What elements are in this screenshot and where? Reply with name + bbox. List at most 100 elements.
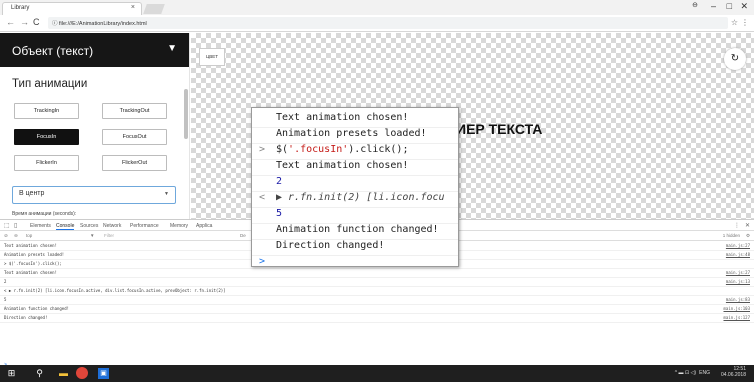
levels-select[interactable]: De: [240, 233, 246, 238]
console-line: 2 main.js:13: [0, 279, 754, 287]
console-source-link[interactable]: main.js:127: [724, 315, 751, 320]
chevron-down-icon[interactable]: ▼: [167, 43, 177, 54]
clock[interactable]: 12:51 04.06.2018: [721, 366, 746, 378]
devtools-menu-icon[interactable]: ⋮: [734, 222, 740, 229]
tab-sources[interactable]: Sources: [80, 223, 98, 229]
console-line-text: Text animation chosen!: [4, 243, 57, 248]
duration-label: Время анимации (seconds):: [12, 211, 77, 217]
tab-performance[interactable]: Performance: [130, 223, 159, 229]
filter-input[interactable]: Filter: [104, 233, 114, 238]
tab-memory[interactable]: Memory: [170, 223, 188, 229]
console-source-link[interactable]: main.js:103: [724, 306, 751, 311]
chrome-icon[interactable]: [76, 367, 88, 379]
tab-network[interactable]: Network: [103, 223, 121, 229]
direction-value: В центр: [19, 190, 45, 197]
trackingout-button[interactable]: TrackingOut: [102, 103, 167, 119]
reload-icon[interactable]: C: [33, 17, 40, 27]
url-field[interactable]: ⓘ file:///E:/AnimationLibrary/index.html: [48, 17, 728, 29]
tab-console[interactable]: Console: [56, 223, 75, 230]
console-line-text: 2: [4, 279, 7, 284]
console-line: Animation function changed! main.js:103: [0, 306, 754, 314]
focusin-button[interactable]: FocusIn: [14, 129, 79, 145]
tab-elements[interactable]: Elements: [30, 223, 51, 229]
zoom-line-part: 2: [276, 176, 283, 187]
sample-text: ИЕР ТЕКСТА: [456, 121, 543, 137]
zoom-line-part: '.focusIn': [288, 144, 349, 155]
zoom-line-part: Animation function changed!: [276, 224, 439, 235]
color-button[interactable]: ЦВЕТ: [199, 48, 225, 66]
panel-title: Объект (текст): [12, 44, 94, 58]
info-icon: ⓘ: [52, 21, 60, 27]
zoom-line-part: 5: [276, 208, 283, 219]
zoom-console-line: >: [252, 252, 458, 267]
maximize-button[interactable]: □: [727, 1, 732, 11]
inspect-icon[interactable]: ⬚: [4, 222, 10, 229]
panel-header[interactable]: Объект (текст) ▼: [0, 33, 189, 67]
bookmark-star-icon[interactable]: ☆: [731, 18, 738, 27]
clear-console-icon[interactable]: ⊘: [4, 233, 8, 239]
replay-icon[interactable]: ↻: [724, 48, 746, 70]
animation-panel: Объект (текст) ▼ Тип анимации TrackingIn…: [0, 33, 190, 219]
zoom-line-part: ▶ r.fn.init(2) [li.icon.focu: [276, 192, 445, 203]
minimize-button[interactable]: –: [711, 1, 716, 11]
console-source-link[interactable]: main.js:83: [726, 297, 750, 302]
console-source-link[interactable]: main.js:13: [726, 279, 750, 284]
browser-tab[interactable]: Library ×: [2, 2, 142, 15]
address-bar: ← → C ⓘ file:///E:/AnimationLibrary/inde…: [0, 15, 754, 32]
devtools-close-icon[interactable]: ✕: [745, 222, 750, 229]
console-line: Text animation chosen! main.js:27: [0, 270, 754, 278]
tab-application[interactable]: Applica: [196, 223, 212, 229]
clock-date: 04.06.2018: [720, 372, 746, 378]
zoom-line-part: Text animation chosen!: [276, 112, 409, 123]
zoom-line-part: $(: [276, 144, 289, 155]
zoom-line-part: Text animation chosen!: [276, 160, 409, 171]
console-line-text: Text animation chosen!: [4, 270, 57, 275]
taskbar: ⊞ ⚲ ▬ ▣ ^ ▬ ⊡ ◁) ENG 12:51 04.06.2018: [0, 365, 754, 382]
console-line-text: > $('.focusIn').click();: [4, 261, 62, 266]
console-line: < ▶ r.fn.init(2) [li.icon.focusIn.active…: [0, 288, 754, 296]
console-line-text: Direction changed!: [4, 315, 48, 320]
back-icon[interactable]: ←: [6, 17, 15, 27]
file-explorer-icon[interactable]: ▬: [58, 368, 69, 379]
preserve-log-icon[interactable]: ⊖: [14, 233, 18, 239]
forward-icon[interactable]: →: [20, 17, 29, 27]
console-line-text: < ▶ r.fn.init(2) [li.icon.focusIn.active…: [4, 288, 226, 293]
browser-tab-bar: Library × ⊖ – □ ✕: [0, 0, 754, 15]
console-source-link[interactable]: main.js:48: [726, 252, 750, 257]
tab-title: Library: [11, 5, 30, 11]
search-icon[interactable]: ⚲: [34, 368, 45, 379]
direction-select[interactable]: В центр ▼: [12, 186, 176, 204]
hidden-count: 1 hidden: [722, 233, 740, 238]
console-source-link[interactable]: main.js:27: [726, 243, 750, 248]
zoom-line-part: Animation presets loaded!: [276, 128, 427, 139]
console-line-text: Animation presets loaded!: [4, 252, 65, 257]
panel-scrollbar[interactable]: [184, 89, 188, 139]
console-line-text: Animation function changed!: [4, 306, 70, 311]
account-icon[interactable]: ⊖: [692, 1, 698, 9]
tab-close-icon[interactable]: ×: [131, 4, 135, 11]
zoom-line-part: ).click();: [348, 144, 409, 155]
console-line: 5 main.js:83: [0, 297, 754, 305]
device-toggle-icon[interactable]: ▯: [14, 222, 17, 229]
language-indicator[interactable]: ENG: [699, 370, 710, 376]
url-text: file:///E:/AnimationLibrary/index.html: [59, 21, 147, 27]
console-source-link[interactable]: main.js:27: [726, 270, 750, 275]
close-window-button[interactable]: ✕: [740, 1, 748, 12]
zoom-line-part: Direction changed!: [276, 240, 385, 251]
focusout-button[interactable]: FocusOut: [102, 129, 167, 145]
animation-type-heading: Тип анимации: [12, 78, 88, 90]
console-line: Direction changed! main.js:127: [0, 315, 754, 323]
zoom-line-prefix: >: [259, 256, 266, 267]
select-arrow-icon: ▼: [164, 191, 169, 197]
browser-menu-icon[interactable]: ⋮: [741, 18, 749, 27]
tray-icons[interactable]: ^ ▬ ⊡ ◁): [675, 370, 696, 376]
trackingin-button[interactable]: TrackingIn: [14, 103, 79, 119]
context-select[interactable]: top: [26, 233, 32, 238]
flickerout-button[interactable]: FlickerOut: [102, 155, 167, 171]
context-arrow-icon: ▼: [90, 233, 95, 238]
new-tab-button[interactable]: [143, 4, 165, 14]
app-icon[interactable]: ▣: [98, 368, 109, 379]
flickerin-button[interactable]: FlickerIn: [14, 155, 79, 171]
settings-gear-icon[interactable]: ⚙: [746, 233, 750, 239]
windows-start-icon[interactable]: ⊞: [6, 368, 17, 379]
